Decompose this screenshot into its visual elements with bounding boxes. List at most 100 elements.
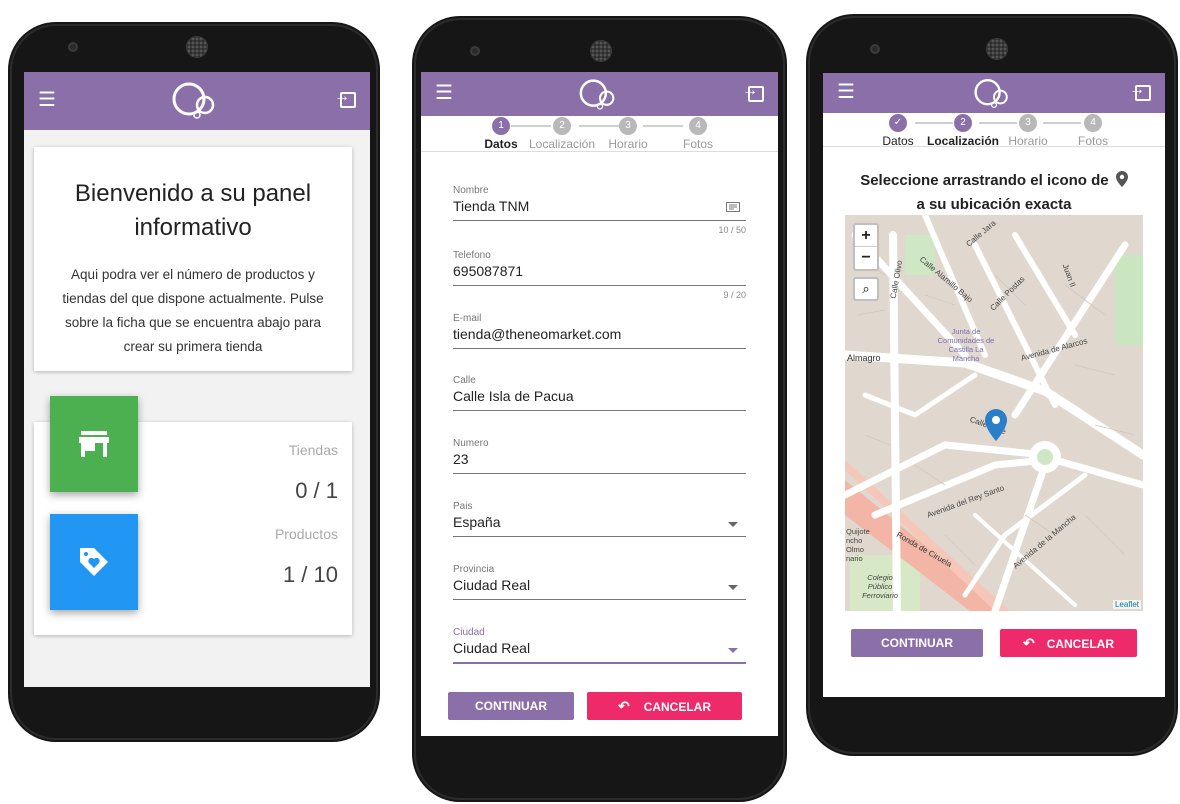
search-icon: ⌕ (862, 281, 870, 296)
screen-map: ☰ ✓ Datos 2 Localización 3 Horario (823, 73, 1165, 697)
store-icon (79, 431, 109, 457)
instruction-line-1: Seleccione arrastrando el icono de (860, 172, 1109, 189)
calle-field[interactable]: Calle Calle Isla de Pacua (453, 375, 746, 411)
chevron-down-icon (728, 522, 738, 527)
email-input[interactable]: tienda@theneomarket.com (453, 326, 746, 349)
step-done-check: ✓ (889, 114, 907, 132)
app-bar: ☰ (823, 73, 1165, 113)
field-counter: 10 / 50 (718, 225, 746, 235)
telefono-field[interactable]: Telefono 695087871 9 / 20 (453, 250, 746, 300)
step-number: 3 (1019, 114, 1037, 132)
zoom-out-icon[interactable]: − (855, 247, 877, 269)
map-pin-icon (1115, 171, 1128, 187)
field-label: Pais (453, 501, 473, 512)
phone-dashboard: ☰ Bienvenido a su panel informativo Aqui… (8, 22, 380, 742)
stepper: ✓ Datos 2 Localización 3 Horario 4 Fotos (823, 113, 1165, 148)
stores-tile[interactable] (50, 396, 138, 492)
menu-icon[interactable]: ☰ (837, 82, 855, 102)
telefono-input[interactable]: 695087871 (453, 263, 746, 286)
zoom-in-icon[interactable]: + (855, 225, 877, 247)
products-label: Productos (274, 526, 338, 542)
step-number: 3 (619, 117, 637, 135)
step-fotos[interactable]: 4 Fotos (1048, 114, 1138, 148)
step-label: Fotos (682, 137, 713, 151)
tag-heart-icon (80, 548, 108, 576)
map-pin-icon[interactable] (985, 409, 1007, 441)
map-label-almagro: Almagro (847, 353, 881, 363)
front-camera (470, 46, 480, 56)
instruction-line-2: a su ubicación exacta (916, 196, 1072, 213)
cancel-button[interactable]: ↶ CANCELAR (1000, 629, 1137, 657)
app-logo (974, 78, 1008, 108)
speaker (986, 38, 1008, 60)
field-value: Tienda TNM (453, 198, 530, 214)
screen-form: ☰ 1 Datos 2 Localización 3 Horario (421, 72, 778, 736)
map-label-junta: Junta de Comunidades de Castilla La Manc… (937, 327, 995, 363)
cancel-label: CANCELAR (643, 700, 712, 714)
menu-icon[interactable]: ☰ (435, 83, 453, 103)
stores-value: 0 / 1 (295, 478, 338, 503)
numero-input[interactable]: 23 (453, 451, 746, 474)
map-view[interactable]: + − ⌕ Almagro Calle Jara Calle Olivo Cal… (845, 215, 1143, 611)
step-number: 1 (492, 117, 510, 135)
calle-input[interactable]: Calle Isla de Pacua (453, 388, 746, 411)
pais-field[interactable]: Pais España (453, 501, 746, 537)
pais-select[interactable]: España (453, 514, 746, 537)
undo-icon: ↶ (1022, 635, 1035, 651)
products-tile[interactable] (50, 514, 138, 610)
app-logo (579, 79, 614, 110)
continue-button[interactable]: CONTINUAR (851, 629, 983, 657)
speaker (590, 40, 612, 62)
exit-icon[interactable] (1129, 81, 1151, 101)
front-camera (870, 44, 880, 54)
map-label-colegio: Colegio Público Ferroviario (862, 573, 898, 600)
welcome-text: Aqui podra ver el número de productos y … (62, 267, 324, 354)
field-label: Numero (453, 438, 489, 449)
speaker (186, 36, 208, 58)
field-label: E-mail (453, 313, 482, 324)
nombre-input[interactable]: Tienda TNM (453, 198, 746, 221)
map-label-quijote: Quijote ncho Olmo nario (846, 527, 870, 563)
phone-map: ☰ ✓ Datos 2 Localización 3 Horario (806, 14, 1178, 756)
email-field[interactable]: E-mail tienda@theneomarket.com (453, 313, 746, 349)
app-bar: ☰ (24, 72, 370, 130)
step-fotos[interactable]: 4 Fotos (653, 117, 743, 151)
map-search-button[interactable]: ⌕ (853, 277, 879, 301)
field-label: Ciudad (453, 627, 485, 638)
provincia-field[interactable]: Provincia Ciudad Real (453, 564, 746, 600)
ciudad-select[interactable]: Ciudad Real (453, 640, 746, 664)
cancel-button[interactable]: ↶ CANCELAR (587, 692, 742, 720)
ciudad-field[interactable]: Ciudad Ciudad Real (453, 627, 746, 664)
front-camera (68, 42, 78, 52)
step-number: 4 (689, 117, 707, 135)
provincia-select[interactable]: Ciudad Real (453, 577, 746, 600)
instruction-text: Seleccione arrastrando el icono de a su … (823, 169, 1165, 217)
numero-field[interactable]: Numero 23 (453, 438, 746, 474)
screen-dashboard: ☰ Bienvenido a su panel informativo Aqui… (24, 72, 370, 687)
exit-icon[interactable] (334, 88, 356, 108)
products-value: 1 / 10 (282, 562, 338, 587)
chevron-down-icon (728, 648, 738, 653)
contact-card-icon (726, 202, 740, 212)
menu-icon[interactable]: ☰ (38, 90, 56, 110)
field-label: Calle (453, 375, 476, 386)
chevron-down-icon (728, 585, 738, 590)
step-label: Fotos (1077, 134, 1108, 148)
app-logo (172, 82, 215, 119)
field-label: Telefono (453, 250, 491, 261)
step-number: 2 (553, 117, 571, 135)
welcome-card: Bienvenido a su panel informativo Aqui p… (34, 147, 352, 371)
phone-form: ☰ 1 Datos 2 Localización 3 Horario (412, 16, 787, 802)
stepper: 1 Datos 2 Localización 3 Horario 4 Fotos (421, 116, 778, 152)
map-zoom-control: + − (853, 223, 879, 271)
welcome-title: Bienvenido a su panel informativo (74, 180, 312, 241)
field-label: Provincia (453, 564, 495, 575)
field-value: Ciudad Real (453, 577, 531, 593)
stores-label: Tiendas (288, 442, 338, 458)
exit-icon[interactable] (742, 82, 764, 102)
field-value: España (453, 514, 501, 530)
cancel-label: CANCELAR (1046, 637, 1115, 651)
map-attribution[interactable]: Leaflet (1112, 600, 1141, 609)
continue-button[interactable]: CONTINUAR (448, 692, 574, 720)
nombre-field[interactable]: Nombre Tienda TNM 10 / 50 (453, 185, 746, 235)
